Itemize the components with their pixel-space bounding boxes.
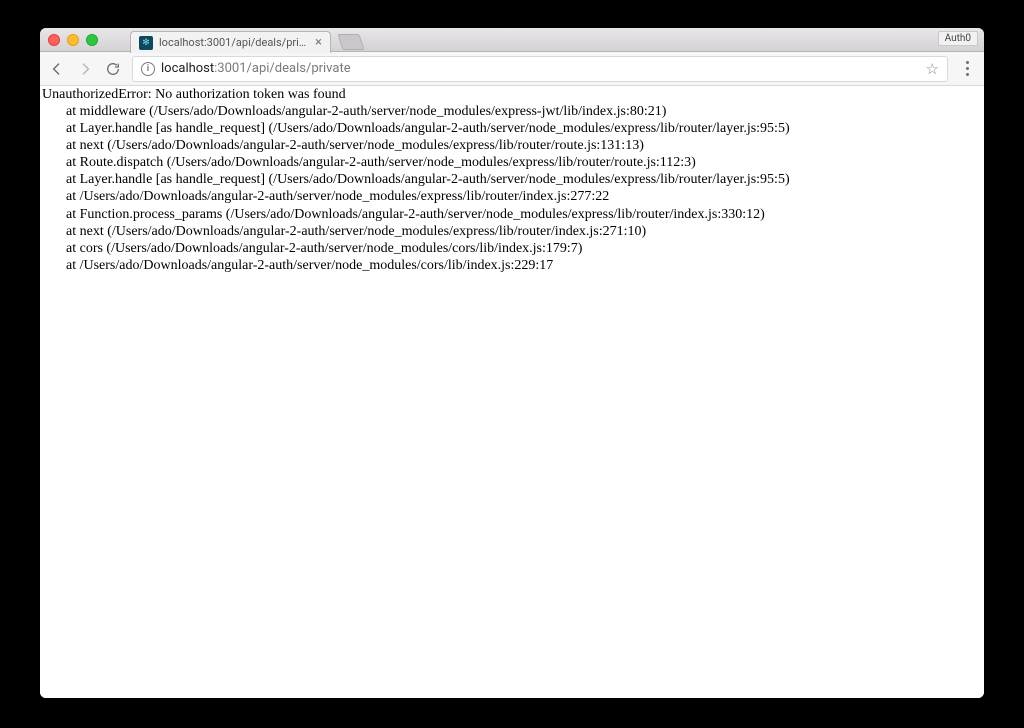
browser-window: ✻ localhost:3001/api/deals/priva × Auth0… [40, 28, 984, 698]
tab-favicon: ✻ [139, 36, 153, 50]
error-stack: at middleware (/Users/ado/Downloads/angu… [42, 103, 982, 274]
toolbar: i localhost:3001/api/deals/private ☆ [40, 52, 984, 86]
stack-line: at cors (/Users/ado/Downloads/angular-2-… [42, 240, 982, 257]
url-text: localhost:3001/api/deals/private [161, 61, 351, 76]
stack-line: at /Users/ado/Downloads/angular-2-auth/s… [42, 257, 982, 274]
zoom-window-button[interactable] [86, 34, 98, 46]
stack-line: at Route.dispatch (/Users/ado/Downloads/… [42, 154, 982, 171]
back-button[interactable] [48, 60, 66, 78]
reload-button[interactable] [104, 60, 122, 78]
url-host: localhost [161, 61, 214, 76]
tab-title: localhost:3001/api/deals/priva [159, 36, 309, 49]
minimize-window-button[interactable] [67, 34, 79, 46]
browser-menu-button[interactable] [958, 61, 976, 76]
stack-line: at middleware (/Users/ado/Downloads/angu… [42, 103, 982, 120]
error-header: UnauthorizedError: No authorization toke… [42, 86, 982, 103]
tab-close-button[interactable]: × [315, 36, 322, 49]
bookmark-star-icon[interactable]: ☆ [926, 60, 939, 78]
new-tab-button[interactable] [337, 34, 364, 50]
browser-tab[interactable]: ✻ localhost:3001/api/deals/priva × [130, 31, 331, 53]
titlebar: ✻ localhost:3001/api/deals/priva × Auth0 [40, 28, 984, 52]
window-controls [48, 34, 98, 46]
url-path: :3001/api/deals/private [214, 61, 350, 76]
stack-line: at next (/Users/ado/Downloads/angular-2-… [42, 223, 982, 240]
page-content: UnauthorizedError: No authorization toke… [40, 86, 984, 698]
stack-line: at Function.process_params (/Users/ado/D… [42, 206, 982, 223]
address-bar[interactable]: i localhost:3001/api/deals/private ☆ [132, 56, 948, 82]
stack-line: at Layer.handle [as handle_request] (/Us… [42, 120, 982, 137]
extension-badge-auth0[interactable]: Auth0 [938, 31, 978, 46]
forward-button[interactable] [76, 60, 94, 78]
site-info-icon[interactable]: i [141, 62, 155, 76]
close-window-button[interactable] [48, 34, 60, 46]
stack-line: at next (/Users/ado/Downloads/angular-2-… [42, 137, 982, 154]
stack-line: at Layer.handle [as handle_request] (/Us… [42, 171, 982, 188]
stack-line: at /Users/ado/Downloads/angular-2-auth/s… [42, 188, 982, 205]
